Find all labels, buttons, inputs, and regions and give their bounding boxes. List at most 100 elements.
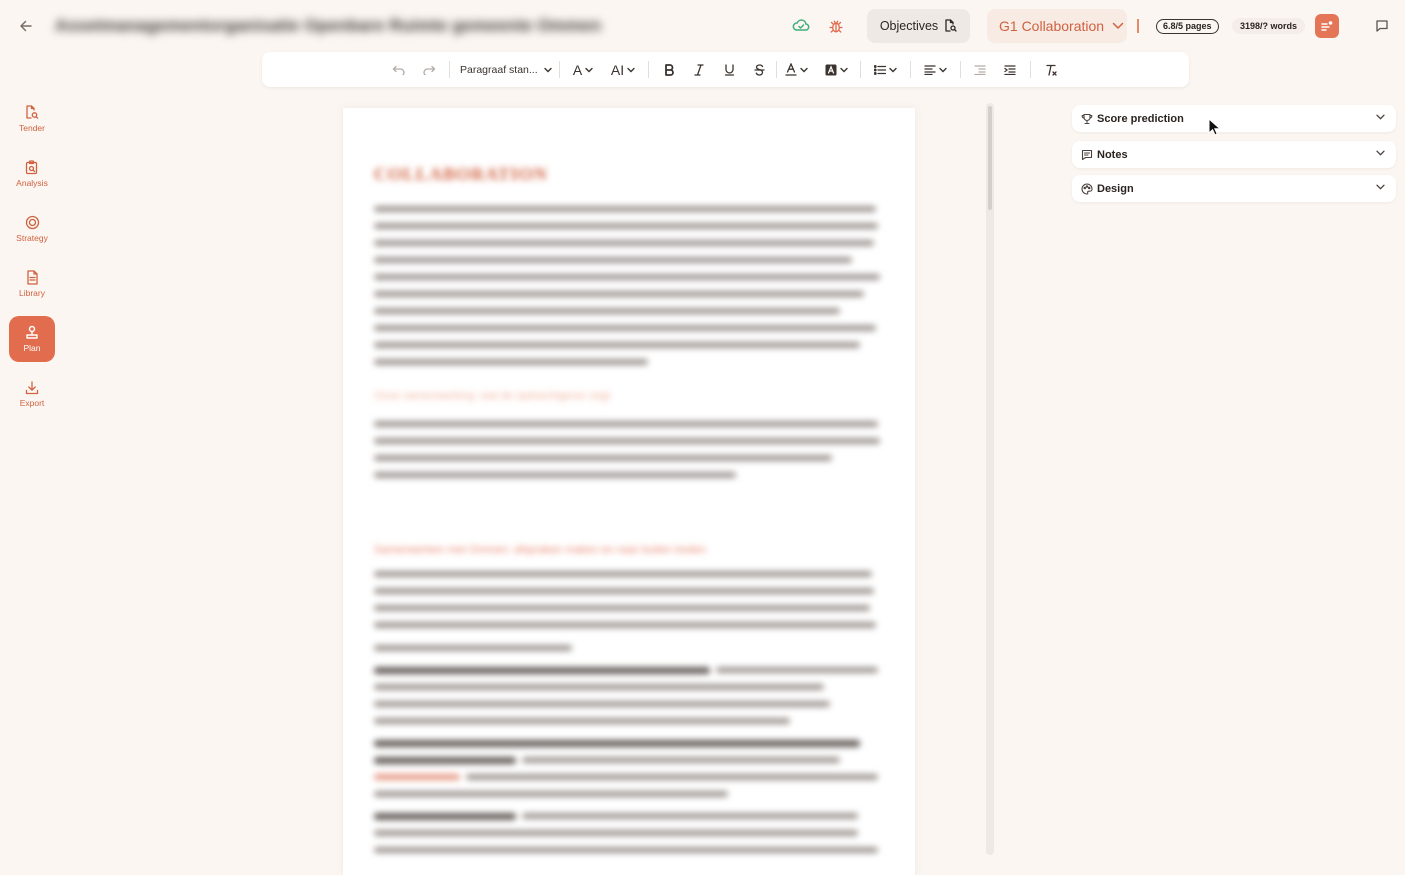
ai-assistant-button[interactable] (1315, 14, 1339, 38)
italic-button[interactable] (689, 58, 709, 81)
text-line (374, 622, 876, 628)
text-line (374, 291, 864, 297)
text-line (374, 223, 878, 229)
text-line (374, 274, 880, 280)
divider (1137, 19, 1139, 33)
notes-icon (1081, 149, 1093, 161)
text-line (374, 667, 710, 674)
nav-item-strategy[interactable]: Strategy (9, 206, 55, 252)
redo-button[interactable] (419, 58, 439, 81)
nav-label: Analysis (16, 178, 48, 189)
chevron-down-icon (1376, 150, 1385, 156)
text-line (374, 774, 460, 780)
text-line (374, 684, 824, 690)
nav-label: Plan (23, 343, 41, 354)
toolbar-divider (559, 61, 560, 78)
undo-icon (392, 65, 406, 75)
design-accordion[interactable]: Design (1072, 175, 1396, 202)
text-line (374, 342, 860, 348)
toolbar-divider (1030, 61, 1031, 78)
chevron-down-icon (585, 67, 593, 73)
strikethrough-button[interactable] (749, 58, 769, 81)
back-button[interactable] (11, 12, 41, 40)
chevron-down-icon (1112, 22, 1124, 30)
nav-item-library[interactable]: Library (9, 261, 55, 307)
clear-format-icon (1045, 64, 1058, 76)
bold-button[interactable] (659, 58, 679, 81)
highlight-color-select[interactable] (822, 58, 850, 81)
text-line (374, 438, 880, 444)
outdent-button[interactable] (970, 58, 990, 81)
text-line (374, 791, 728, 797)
indent-button[interactable] (1000, 58, 1020, 81)
nav-item-export[interactable]: Export (9, 371, 55, 417)
panel-title: Notes (1097, 148, 1128, 161)
document-editor[interactable]: COLLABORATION Onze samenwerking: wat de … (343, 108, 915, 875)
text-line (374, 257, 852, 263)
top-bar: Assetmanagementorganisatie Openbare Ruim… (0, 0, 1405, 52)
chevron-down-icon (938, 67, 947, 73)
scrollbar-thumb[interactable] (988, 106, 992, 210)
tender-icon (25, 105, 39, 120)
notes-accordion[interactable]: Notes (1072, 141, 1396, 168)
analysis-icon (25, 160, 39, 175)
comment-icon (1375, 19, 1389, 33)
panel-title: Score prediction (1097, 112, 1184, 125)
text-color-select[interactable] (782, 58, 810, 81)
sparkle-list-icon (1320, 20, 1334, 32)
font-size-select[interactable]: A (568, 58, 598, 81)
objectives-button[interactable]: Objectives (867, 9, 970, 43)
align-left-icon (923, 64, 936, 75)
paragraph-style-label: Paragraaf stan... (460, 63, 538, 76)
list-select[interactable] (871, 58, 899, 81)
clear-formatting-button[interactable] (1041, 58, 1061, 81)
nav-item-plan[interactable]: Plan (9, 316, 55, 362)
comments-button[interactable] (1366, 10, 1398, 42)
cloud-saved-icon (792, 17, 812, 35)
pages-count-badge: 6.8/5 pages (1156, 19, 1219, 34)
text-line (374, 645, 572, 651)
toolbar-divider (860, 61, 861, 78)
text-line (374, 359, 648, 365)
indent-icon (1004, 64, 1016, 75)
toolbar-divider (776, 61, 777, 78)
chevron-down-icon (799, 67, 808, 73)
undo-button[interactable] (389, 58, 409, 81)
chevron-down-icon (627, 67, 635, 73)
text-line (374, 605, 870, 611)
text-line (374, 206, 876, 212)
paragraph-style-select[interactable]: Paragraaf stan... (460, 58, 552, 81)
document-scrollbar[interactable] (986, 103, 994, 855)
text-line (374, 240, 874, 246)
trophy-icon (1081, 113, 1093, 125)
nav-label: Tender (19, 123, 45, 134)
underline-button[interactable] (719, 58, 739, 81)
document-heading: COLLABORATION (374, 164, 548, 184)
font-size-icon: A (572, 61, 583, 78)
chevron-down-icon (839, 67, 848, 73)
text-line (522, 757, 840, 763)
nav-item-tender[interactable]: Tender (9, 96, 55, 142)
nav-label: Strategy (16, 233, 48, 244)
subheading: Onze samenwerking: wat de opdrachtgever … (374, 390, 611, 402)
section-select[interactable]: G1 Collaboration (987, 9, 1127, 43)
bullet-list-icon (873, 64, 886, 75)
line-height-select[interactable]: AI (608, 58, 638, 81)
formatting-toolbar: Paragraaf stan... A AI (262, 52, 1189, 87)
section-select-label: G1 Collaboration (999, 18, 1105, 34)
chevron-down-icon (1376, 184, 1385, 190)
text-line (374, 847, 878, 853)
line-height-icon: AI (610, 61, 625, 78)
text-line (716, 667, 878, 673)
arrow-left-icon (18, 18, 34, 34)
plan-icon (25, 325, 39, 340)
text-line (374, 701, 830, 707)
highlight-icon (825, 64, 837, 76)
score-prediction-accordion[interactable]: Score prediction (1072, 105, 1396, 132)
bug-report-button[interactable] (820, 10, 852, 42)
text-line (466, 774, 878, 780)
nav-item-analysis[interactable]: Analysis (9, 151, 55, 197)
align-select[interactable] (921, 58, 949, 81)
text-line (522, 813, 858, 819)
underline-icon (724, 63, 735, 76)
